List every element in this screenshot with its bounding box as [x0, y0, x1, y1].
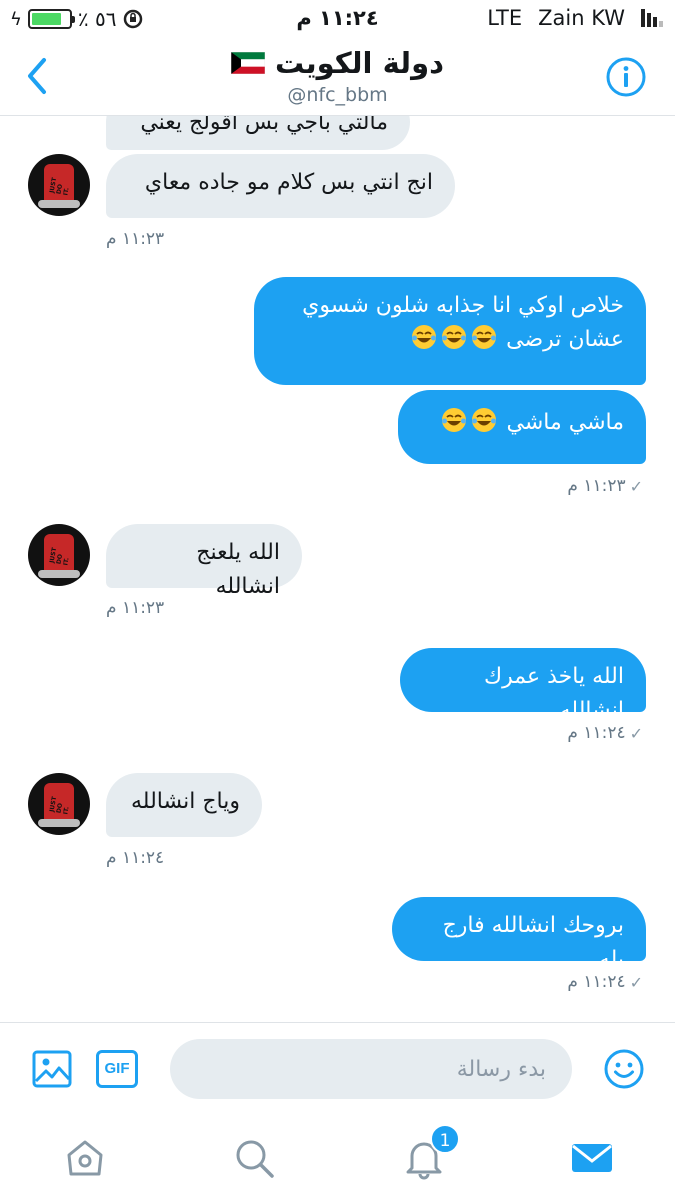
tears-of-joy-emoji-icon	[472, 325, 497, 350]
tears-of-joy-emoji-icon	[442, 408, 467, 432]
conversation-handle: @nfc_bbm	[287, 84, 388, 106]
tears-of-joy-emoji-icon	[442, 325, 467, 350]
message-text: وياج انشالله	[131, 789, 240, 814]
info-icon[interactable]	[605, 56, 647, 98]
messages-envelope-icon[interactable]	[569, 1136, 615, 1180]
message-composer: GIF	[0, 1022, 675, 1118]
sent-check-icon: ✓	[629, 972, 643, 992]
tab-bar	[0, 1118, 675, 1200]
message-text: مالتي باجي بس اقولج يعني	[140, 116, 388, 135]
title-text: دولة الكويت	[275, 46, 444, 80]
gif-button[interactable]: GIF	[96, 1050, 138, 1088]
message-timestamp: ١١:٢٤ م	[106, 848, 165, 868]
search-icon[interactable]	[232, 1136, 276, 1180]
message-timestamp: ✓ ١١:٢٤ م	[567, 723, 643, 743]
sent-check-icon: ✓	[629, 723, 643, 743]
message-text: بروحك انشالله فارج يله	[442, 913, 624, 973]
carrier-name: Zain KW	[538, 6, 625, 30]
tears-of-joy-emoji-icon	[472, 408, 497, 432]
conversation-title[interactable]: دولة الكويت	[0, 46, 675, 80]
image-icon[interactable]	[32, 1049, 72, 1089]
message-incoming[interactable]: مالتي باجي بس اقولج يعني	[106, 116, 410, 150]
message-incoming[interactable]: وياج انشالله	[106, 773, 262, 837]
message-text: الله ياخذ عمرك انشالله	[484, 664, 624, 724]
message-text: انج انتي بس كلام مو جاده معاي	[144, 170, 433, 195]
message-incoming[interactable]: الله يلعنج انشالله	[106, 524, 302, 599]
avatar[interactable]: JUST DO IT.	[28, 524, 90, 586]
message-text-line: خلاص اوكي انا جذابه شلون شسوي	[302, 293, 624, 318]
signal-icon	[641, 9, 663, 27]
message-incoming[interactable]: انج انتي بس كلام مو جاده معاي	[106, 154, 455, 218]
network-type: LTE	[487, 6, 523, 30]
message-timestamp: ١١:٢٣ م	[106, 229, 165, 249]
status-right: LTE Zain KW	[487, 6, 663, 30]
notification-badge: 1	[430, 1124, 460, 1154]
message-text-line: عشان ترضى	[276, 323, 624, 357]
avatar[interactable]: JUST DO IT.	[28, 773, 90, 835]
kuwait-flag-icon	[231, 52, 266, 74]
message-timestamp: ✓ ١١:٢٣ م	[567, 476, 643, 496]
message-timestamp: ١١:٢٣ م	[106, 598, 165, 618]
message-text: ماشي ماشي	[506, 410, 624, 435]
tears-of-joy-emoji-icon	[412, 325, 437, 350]
message-list[interactable]: مالتي باجي بس اقولج يعني JUST DO IT. انج…	[0, 116, 675, 1022]
message-text: الله يلعنج انشالله	[196, 540, 280, 600]
emoji-icon[interactable]	[603, 1048, 645, 1090]
home-icon[interactable]	[63, 1136, 107, 1180]
message-outgoing[interactable]: الله ياخذ عمرك انشالله	[400, 648, 646, 723]
message-outgoing[interactable]: ماشي ماشي	[398, 390, 646, 464]
message-input[interactable]	[170, 1039, 572, 1099]
message-outgoing[interactable]: بروحك انشالله فارج يله	[392, 897, 646, 972]
status-bar: ϟ ٪ ٥٦ ١١:٢٤ م LTE Zain KW	[0, 0, 675, 40]
conversation-header: دولة الكويت @nfc_bbm	[0, 40, 675, 116]
message-outgoing[interactable]: خلاص اوكي انا جذابه شلون شسوي عشان ترضى	[254, 277, 646, 385]
sent-check-icon: ✓	[629, 476, 643, 496]
message-timestamp: ✓ ١١:٢٤ م	[567, 972, 643, 992]
avatar[interactable]: JUST DO IT.	[28, 154, 90, 216]
